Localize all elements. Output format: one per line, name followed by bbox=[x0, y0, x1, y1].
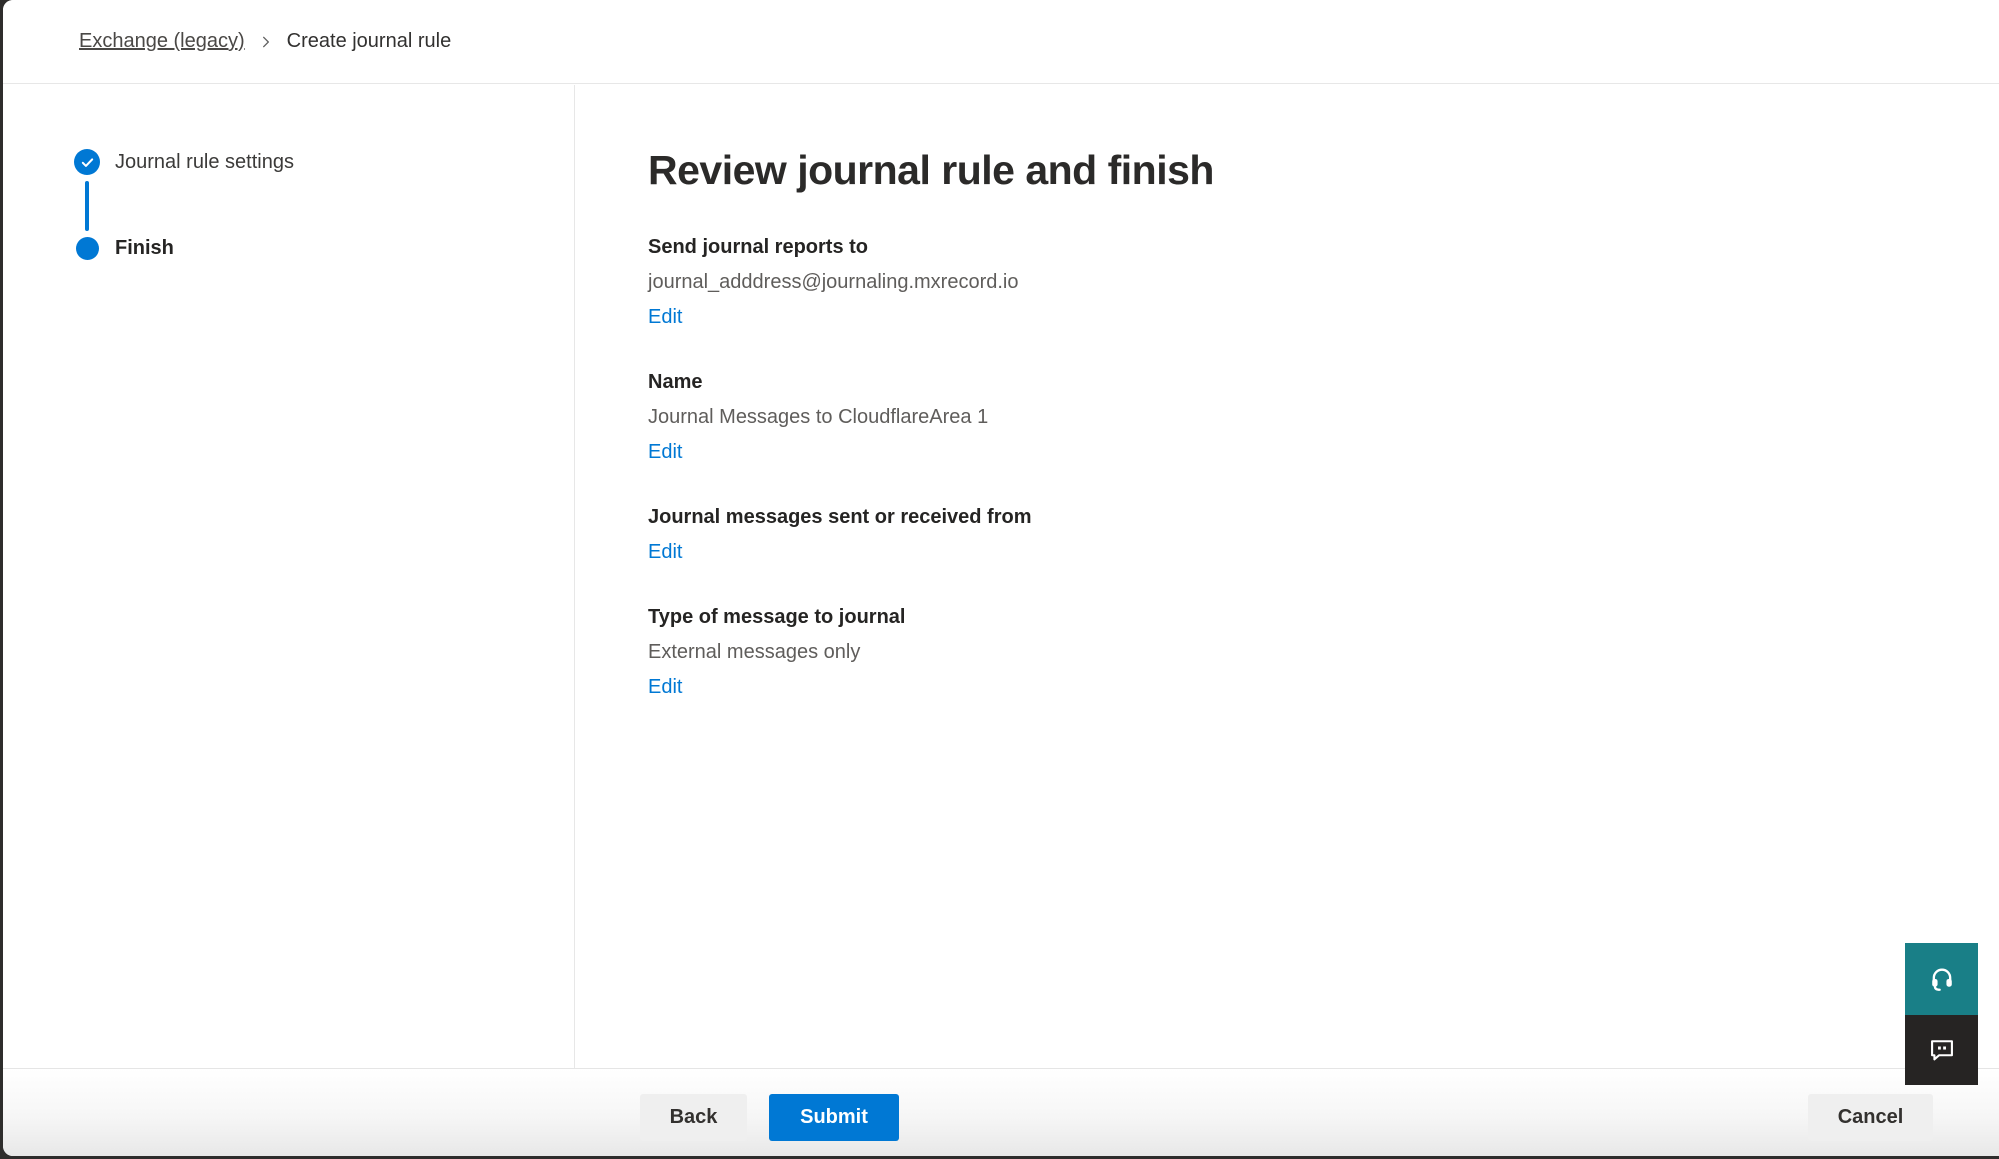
review-section-send-reports: Send journal reports to journal_adddress… bbox=[648, 230, 1999, 335]
section-value: Journal Messages to CloudflareArea 1 bbox=[648, 400, 1999, 435]
section-value: journal_adddress@journaling.mxrecord.io bbox=[648, 265, 1999, 300]
review-section-message-type: Type of message to journal External mess… bbox=[648, 600, 1999, 705]
back-button[interactable]: Back bbox=[640, 1094, 747, 1141]
submit-button[interactable]: Submit bbox=[769, 1094, 899, 1141]
edit-link-sent-received-from[interactable]: Edit bbox=[648, 535, 682, 570]
edit-link-send-reports[interactable]: Edit bbox=[648, 300, 682, 335]
wizard-step-finish[interactable]: Finish bbox=[74, 237, 574, 260]
action-bar: Back Submit Cancel bbox=[3, 1068, 1999, 1156]
review-section-name: Name Journal Messages to CloudflareArea … bbox=[648, 365, 1999, 470]
section-value: External messages only bbox=[648, 635, 1999, 670]
breadcrumb-current-page: Create journal rule bbox=[287, 30, 452, 53]
feedback-button[interactable] bbox=[1905, 1015, 1978, 1085]
edit-link-name[interactable]: Edit bbox=[648, 435, 682, 470]
breadcrumb-bar: Exchange (legacy) Create journal rule bbox=[3, 0, 1999, 84]
step-completed-check-icon bbox=[74, 149, 100, 175]
edit-link-message-type[interactable]: Edit bbox=[648, 670, 682, 705]
wizard-steps-panel: Journal rule settings Finish bbox=[3, 85, 575, 1068]
section-label: Name bbox=[648, 365, 1999, 400]
review-section-sent-received-from: Journal messages sent or received from E… bbox=[648, 500, 1999, 570]
section-label: Send journal reports to bbox=[648, 230, 1999, 265]
feedback-icon bbox=[1928, 1036, 1956, 1064]
help-button[interactable] bbox=[1905, 943, 1978, 1015]
step-current-dot-icon bbox=[76, 237, 99, 260]
review-panel: Review journal rule and finish Send jour… bbox=[575, 85, 1999, 1068]
page-title: Review journal rule and finish bbox=[648, 147, 1999, 194]
cancel-button[interactable]: Cancel bbox=[1808, 1094, 1933, 1141]
chevron-right-icon bbox=[259, 35, 273, 49]
breadcrumb: Exchange (legacy) Create journal rule bbox=[79, 30, 451, 53]
wizard-step-label: Journal rule settings bbox=[115, 151, 294, 174]
content-area: Journal rule settings Finish Review jour… bbox=[3, 85, 1999, 1068]
wizard-step-journal-rule-settings[interactable]: Journal rule settings bbox=[74, 149, 574, 175]
step-connector-line bbox=[85, 181, 89, 231]
section-label: Type of message to journal bbox=[648, 600, 1999, 635]
section-label: Journal messages sent or received from bbox=[648, 500, 1999, 535]
breadcrumb-exchange-legacy[interactable]: Exchange (legacy) bbox=[79, 30, 245, 53]
wizard-step-label: Finish bbox=[115, 237, 174, 260]
exchange-admin-window: Exchange (legacy) Create journal rule Jo… bbox=[3, 0, 1999, 1156]
floating-widget-stack bbox=[1905, 943, 1978, 1085]
headset-icon bbox=[1928, 965, 1956, 993]
